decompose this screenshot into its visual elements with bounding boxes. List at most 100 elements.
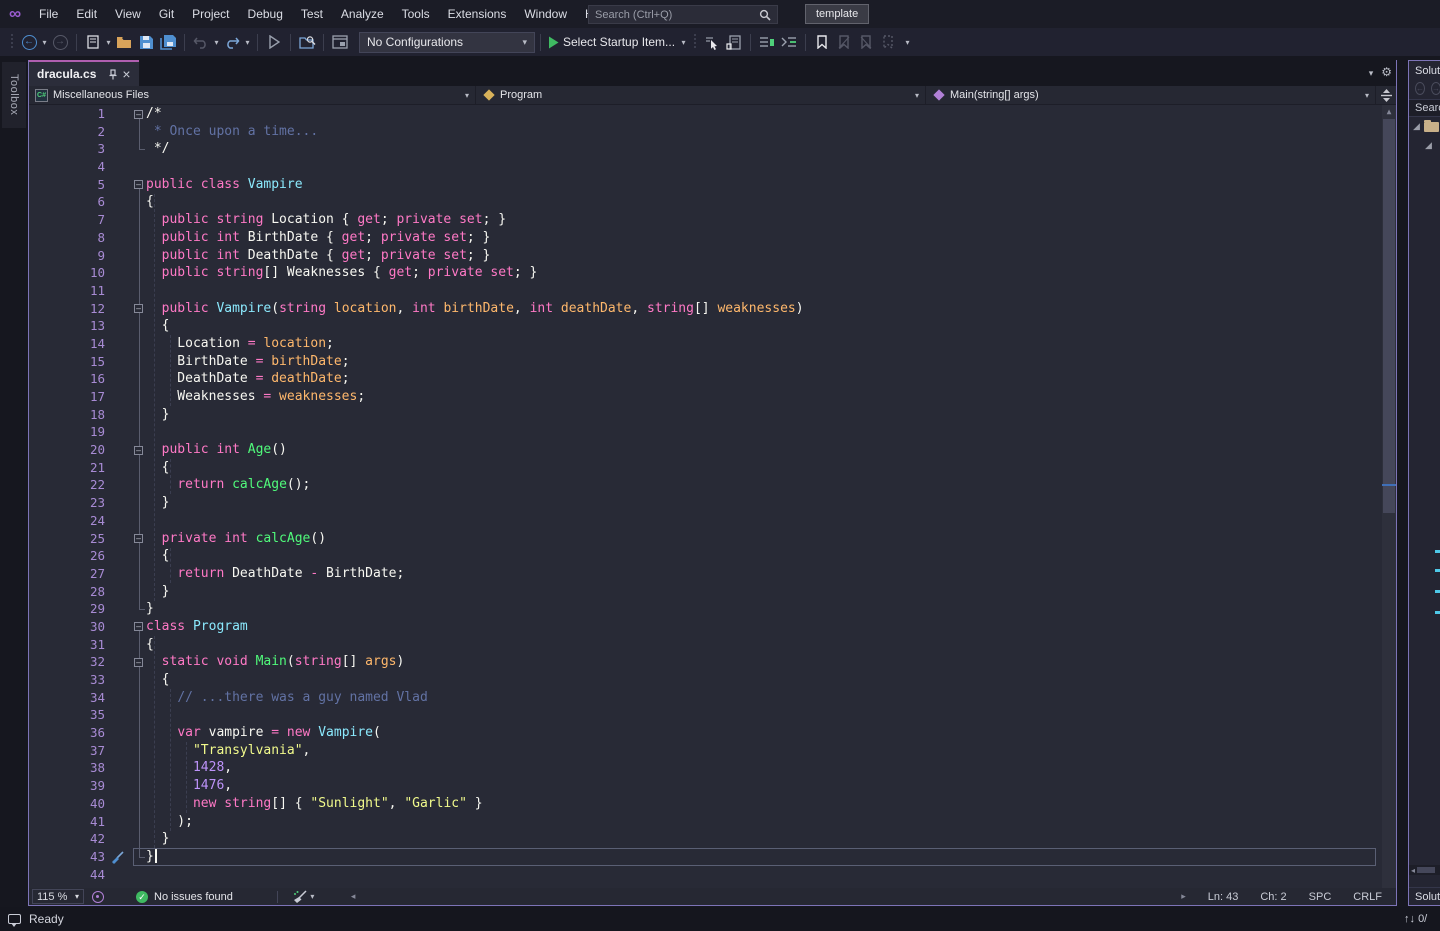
code-line[interactable]: 28 } [29,583,1396,601]
code-text[interactable]: ); [146,813,193,831]
code-text[interactable]: * Once upon a time... [146,123,318,141]
code-line[interactable]: 17 Weaknesses = weaknesses; [29,388,1396,406]
code-line[interactable]: 8 public int BirthDate { get; private se… [29,229,1396,247]
code-line[interactable]: 30–class Program [29,618,1396,636]
code-line[interactable]: 5–public class Vampire [29,176,1396,194]
code-text[interactable]: DeathDate = deathDate; [146,370,350,388]
code-line[interactable]: 39 1476, [29,777,1396,795]
decrease-indent-button[interactable] [757,31,777,53]
menu-item-file[interactable]: File [30,0,67,28]
code-text[interactable]: } [146,830,169,848]
code-text[interactable]: public string[] Weaknesses { get; privat… [146,264,537,282]
pin-icon[interactable] [108,69,118,80]
code-line[interactable]: 20– public int Age() [29,441,1396,459]
undo-dropdown-icon[interactable]: ▾ [212,38,221,47]
menu-item-git[interactable]: Git [150,0,183,28]
cleanup-dropdown-icon[interactable]: ▾ [308,892,317,901]
code-text[interactable]: new string[] { "Sunlight", "Garlic" } [146,795,483,813]
quick-actions-screwdriver-icon[interactable] [111,850,125,864]
new-project-button[interactable] [83,31,103,53]
code-line[interactable]: 3 */ [29,140,1396,158]
code-line[interactable]: 19 [29,423,1396,441]
code-text[interactable]: class Program [146,618,248,636]
code-line[interactable]: 38 1428, [29,759,1396,777]
line-indicator[interactable]: Ln: 43 [1208,891,1239,903]
menu-item-window[interactable]: Window [515,0,576,28]
code-text[interactable]: 1428, [146,759,232,777]
switch-window-button[interactable] [330,31,350,53]
member-dropdown[interactable]: Main(string[] args) ▾ [926,86,1376,104]
code-text[interactable]: { [146,547,169,565]
tree-item-root[interactable]: ◢ [1409,117,1440,136]
code-text[interactable]: public int Age() [146,441,287,459]
code-line[interactable]: 24 [29,512,1396,530]
scroll-up-icon[interactable]: ▲ [1382,105,1396,119]
code-line[interactable]: 21 { [29,459,1396,477]
code-text[interactable]: return DeathDate - BirthDate; [146,565,404,583]
startup-dropdown-icon[interactable]: ▾ [679,38,688,47]
code-text[interactable]: public string Location { get; private se… [146,211,506,229]
navigate-forward-button[interactable]: → [50,31,70,53]
toolbar-overflow-icon[interactable]: ▾ [903,38,912,47]
scrollbar-thumb[interactable] [1383,119,1395,513]
menu-item-debug[interactable]: Debug [239,0,292,28]
code-line[interactable]: 11 [29,282,1396,300]
code-line[interactable]: 6{ [29,193,1396,211]
code-line[interactable]: 12– public Vampire(string location, int … [29,300,1396,318]
explorer-forward-icon[interactable]: → [1431,82,1440,95]
fold-collapse-box[interactable]: – [134,534,143,543]
code-line[interactable]: 22 return calcAge(); [29,476,1396,494]
code-line[interactable]: 15 BirthDate = birthDate; [29,353,1396,371]
code-text[interactable]: static void Main(string[] args) [146,653,404,671]
fold-collapse-box[interactable]: – [134,180,143,189]
feedback-bubble-icon[interactable] [8,914,21,924]
code-text[interactable]: } [146,406,169,424]
previous-bookmark-button[interactable] [834,31,854,53]
code-line[interactable]: 9 public int DeathDate { get; private se… [29,247,1396,265]
navigate-back-button[interactable]: ← [19,31,39,53]
code-text[interactable]: { [146,193,154,211]
redo-dropdown-icon[interactable]: ▾ [243,38,252,47]
next-bookmark-button[interactable] [856,31,876,53]
menu-item-project[interactable]: Project [183,0,238,28]
tab-dracula-cs[interactable]: dracula.cs × [29,60,139,86]
tab-options-gear-icon[interactable]: ⚙ [1381,65,1392,79]
toggle-bookmark-button[interactable] [812,31,832,53]
code-text[interactable]: { [146,459,169,477]
code-text[interactable]: Weaknesses = weaknesses; [146,388,365,406]
code-text[interactable]: public int BirthDate { get; private set;… [146,229,490,247]
menu-item-extensions[interactable]: Extensions [439,0,516,28]
code-line[interactable]: 35 [29,706,1396,724]
code-line[interactable]: 29} [29,600,1396,618]
code-text[interactable]: } [146,494,169,512]
eol-indicator[interactable]: CRLF [1353,891,1382,903]
fold-collapse-box[interactable]: – [134,622,143,631]
vertical-scrollbar[interactable]: ▲ [1382,105,1396,889]
fold-collapse-box[interactable]: – [134,446,143,455]
menu-item-edit[interactable]: Edit [67,0,106,28]
tree-item-child[interactable]: ◢ [1409,136,1440,155]
performance-profiler-button[interactable] [724,31,744,53]
zoom-dropdown[interactable]: 115 % ▾ [32,889,84,904]
fold-collapse-box[interactable]: – [134,110,143,119]
scrollbar-thumb[interactable] [1417,867,1435,873]
menu-item-analyze[interactable]: Analyze [332,0,393,28]
explorer-back-icon[interactable]: ← [1415,82,1425,95]
tab-list-dropdown-icon[interactable]: ▾ [1369,65,1374,79]
code-text[interactable]: } [146,848,157,866]
code-line[interactable]: 4 [29,158,1396,176]
code-line[interactable]: 16 DeathDate = deathDate; [29,370,1396,388]
tree-expanded-icon[interactable]: ◢ [1413,121,1420,132]
increase-indent-button[interactable] [779,31,799,53]
code-text[interactable]: 1476, [146,777,232,795]
start-debug-button[interactable]: Select Startup Item... ▾ [548,31,688,53]
save-button[interactable] [136,31,156,53]
save-all-button[interactable] [158,31,178,53]
code-text[interactable]: public class Vampire [146,176,303,194]
code-text[interactable]: public int DeathDate { get; private set;… [146,247,490,265]
toolbar-grip[interactable] [9,34,15,50]
code-line[interactable]: 36 var vampire = new Vampire( [29,724,1396,742]
code-text[interactable]: return calcAge(); [146,476,310,494]
template-button[interactable]: template [805,4,869,24]
hscroll-left-icon[interactable]: ◂ [351,891,356,902]
